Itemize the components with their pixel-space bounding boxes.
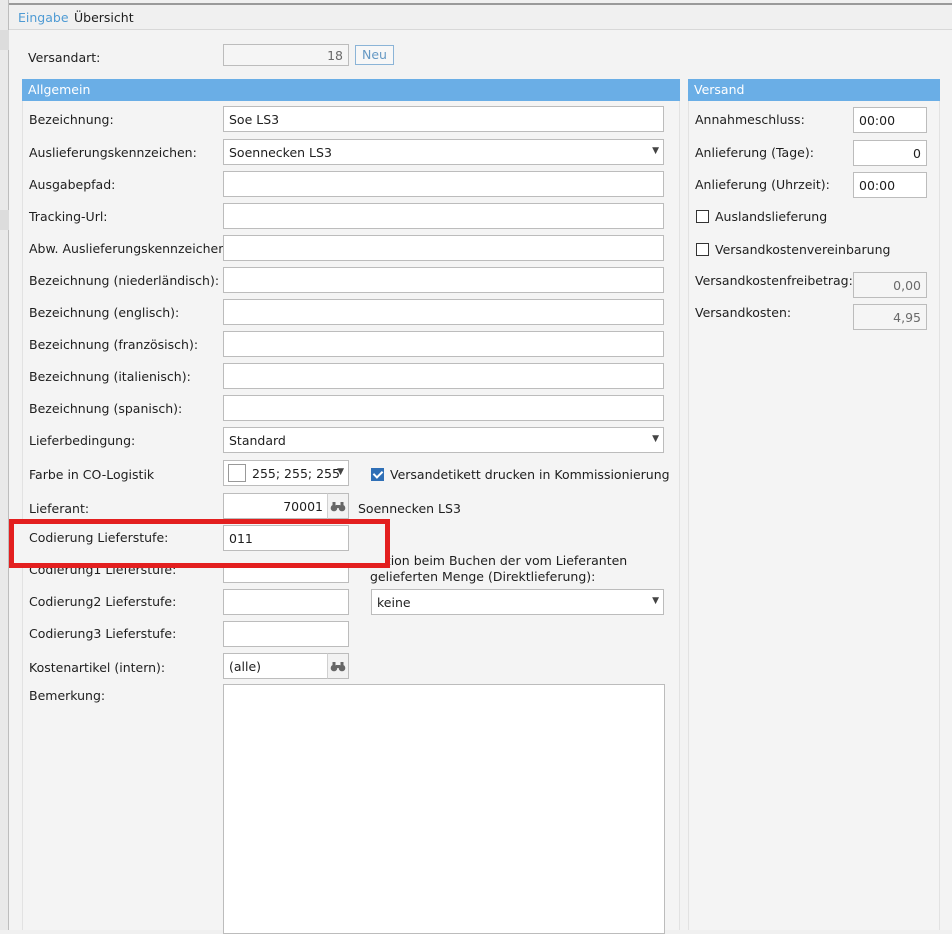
versandkosten-field: 4,95 (853, 304, 927, 330)
versandetikett-label: Versandetikett drucken in Kommissionieru… (390, 467, 670, 482)
auslieferungskennzeichen-select[interactable]: Soennecken LS3 ▼ (223, 139, 664, 165)
bezeichnung-it-field[interactable] (223, 363, 664, 389)
codierung2-field[interactable] (223, 589, 349, 615)
section-versand-header: Versand (688, 79, 940, 101)
versandkostenfreibetrag-label: Versandkostenfreibetrag: (695, 273, 853, 288)
tab-uebersicht[interactable]: Übersicht (74, 10, 134, 25)
bezeichnung-nl-field[interactable] (223, 267, 664, 293)
tracking-url-label: Tracking-Url: (29, 209, 108, 224)
bezeichnung-nl-label: Bezeichnung (niederländisch): (29, 273, 220, 288)
annahmeschluss-field[interactable]: 00:00 (853, 107, 927, 133)
section-versand-body (688, 101, 940, 930)
auslandslieferung-label: Auslandslieferung (715, 209, 828, 224)
tab-eingabe[interactable]: Eingabe (18, 10, 69, 25)
bemerkung-label: Bemerkung: (29, 688, 106, 703)
color-swatch (228, 464, 246, 482)
kostenartikel-field[interactable]: (alle) (223, 653, 328, 679)
codierung3-field[interactable] (223, 621, 349, 647)
bezeichnung-en-label: Bezeichnung (englisch): (29, 305, 180, 320)
codierung3-label: Codierung3 Lieferstufe: (29, 626, 177, 641)
lieferant-lookup-button[interactable] (327, 493, 349, 519)
versandkostenfreibetrag-field: 0,00 (853, 272, 927, 298)
codierung2-label: Codierung2 Lieferstufe: (29, 594, 177, 609)
left-pane-tick (0, 210, 9, 230)
versandkostenvereinbarung-label: Versandkostenvereinbarung (715, 242, 891, 257)
bezeichnung-it-label: Bezeichnung (italienisch): (29, 369, 191, 384)
aktion-select[interactable]: keine ▼ (371, 589, 664, 615)
chevron-down-icon: ▼ (652, 146, 659, 156)
lieferant-name: Soennecken LS3 (358, 501, 461, 516)
bezeichnung-es-field[interactable] (223, 395, 664, 421)
kostenartikel-label: Kostenartikel (intern): (29, 660, 166, 675)
auslieferungskennzeichen-value: Soennecken LS3 (229, 145, 332, 160)
section-allgemein-header: Allgemein (22, 79, 680, 101)
bezeichnung-field[interactable]: Soe LS3 (223, 106, 664, 132)
versandkosten-label: Versandkosten: (695, 305, 792, 320)
binoculars-icon (330, 662, 346, 672)
versandetikett-checkbox[interactable] (371, 468, 384, 481)
chevron-down-icon: ▼ (652, 596, 659, 606)
left-pane-strip (0, 0, 9, 930)
anlieferung-uhrzeit-field[interactable]: 00:00 (853, 172, 927, 198)
farbe-value: 255; 255; 255 (252, 466, 340, 481)
versandart-field: 18 (223, 44, 349, 66)
ausgabepfad-field[interactable] (223, 171, 664, 197)
lieferant-field[interactable]: 70001 (223, 493, 328, 519)
aktion-value: keine (377, 595, 411, 610)
chevron-down-icon: ▼ (337, 467, 344, 477)
bezeichnung-es-label: Bezeichnung (spanisch): (29, 401, 183, 416)
aktion-label-line1: Aktion beim Buchen der vom Lieferanten (370, 553, 628, 568)
farbe-label: Farbe in CO-Logistik (29, 467, 155, 482)
kostenartikel-lookup-button[interactable] (327, 653, 349, 679)
farbe-select[interactable]: 255; 255; 255 ▼ (223, 460, 349, 486)
lieferbedingung-value: Standard (229, 433, 286, 448)
bemerkung-textarea[interactable] (223, 684, 665, 934)
tracking-url-field[interactable] (223, 203, 664, 229)
bezeichnung-fr-field[interactable] (223, 331, 664, 357)
ausgabepfad-label: Ausgabepfad: (29, 177, 116, 192)
codierung-field[interactable]: 011 (223, 525, 349, 551)
bezeichnung-en-field[interactable] (223, 299, 664, 325)
codierung-label: Codierung Lieferstufe: (29, 530, 169, 545)
bezeichnung-label: Bezeichnung: (29, 112, 114, 127)
binoculars-icon (330, 502, 346, 512)
tab-bar: Eingabe Übersicht (9, 5, 952, 30)
versandart-label: Versandart: (28, 50, 101, 65)
annahmeschluss-label: Annahmeschluss: (695, 112, 805, 127)
versandkostenvereinbarung-checkbox[interactable] (696, 243, 709, 256)
abw-auslieferungskennzeichen-label: Abw. Auslieferungskennzeichen: (29, 241, 231, 256)
anlieferung-tage-label: Anlieferung (Tage): (695, 145, 814, 160)
chevron-down-icon: ▼ (652, 434, 659, 444)
auslieferungskennzeichen-label: Auslieferungskennzeichen: (29, 145, 197, 160)
bezeichnung-fr-label: Bezeichnung (französisch): (29, 337, 199, 352)
auslandslieferung-checkbox[interactable] (696, 210, 709, 223)
lieferbedingung-label: Lieferbedingung: (29, 433, 136, 448)
lieferant-label: Lieferant: (29, 501, 90, 516)
anlieferung-uhrzeit-label: Anlieferung (Uhrzeit): (695, 177, 830, 192)
aktion-label-line2: gelieferten Menge (Direktlieferung): (370, 569, 596, 584)
abw-auslieferungskennzeichen-field[interactable] (223, 235, 664, 261)
anlieferung-tage-field[interactable]: 0 (853, 140, 927, 166)
left-pane-tick (0, 30, 9, 50)
lieferbedingung-select[interactable]: Standard ▼ (223, 427, 664, 453)
new-button[interactable]: Neu (355, 45, 394, 65)
